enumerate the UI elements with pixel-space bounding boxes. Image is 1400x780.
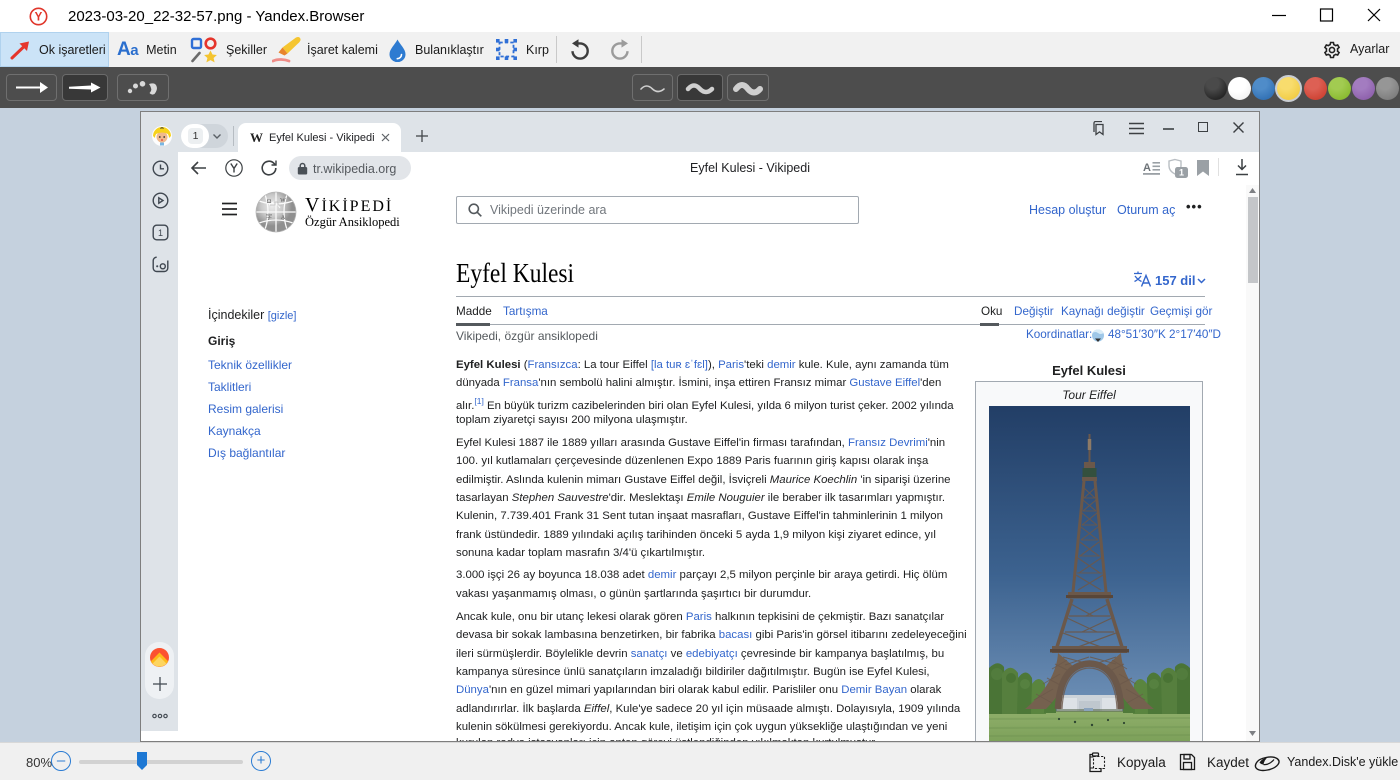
svg-text:A: A (1143, 162, 1151, 174)
svg-text:1: 1 (1179, 168, 1184, 178)
svg-text:W: W (280, 198, 286, 204)
svg-text:A: A (281, 215, 286, 221)
svg-text:Ω: Ω (267, 199, 272, 205)
svg-text:Y: Y (35, 12, 43, 24)
svg-text:字: 字 (266, 213, 272, 221)
svg-text:1: 1 (158, 228, 163, 238)
